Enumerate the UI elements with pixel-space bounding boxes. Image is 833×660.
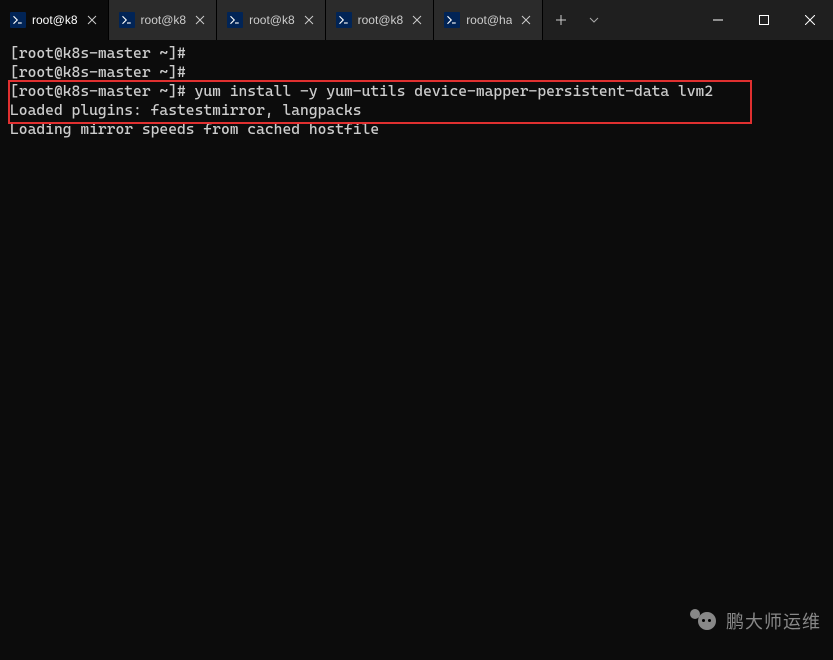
powershell-icon (227, 12, 243, 28)
maximize-button[interactable] (741, 0, 787, 40)
tab-3[interactable]: root@k8 (326, 0, 435, 40)
tab-label: root@k8 (249, 13, 295, 27)
tab-close-icon[interactable] (409, 12, 425, 28)
terminal-output[interactable]: [root@k8s-master ~]# [root@k8s-master ~]… (0, 40, 833, 143)
watermark-text: 鹏大师运维 (726, 608, 821, 634)
tab-close-icon[interactable] (192, 12, 208, 28)
tab-close-icon[interactable] (84, 12, 100, 28)
watermark: 鹏大师运维 (690, 608, 821, 634)
tab-label: root@ha (466, 13, 512, 27)
terminal-line: Loading mirror speeds from cached hostfi… (10, 120, 379, 138)
tab-2[interactable]: root@k8 (217, 0, 326, 40)
tab-label: root@k8 (141, 13, 187, 27)
terminal-line: [root@k8s-master ~]# (10, 44, 186, 62)
tabs-container: root@k8 root@k8 root@k8 (0, 0, 609, 40)
terminal-line: [root@k8s-master ~]# yum install -y yum-… (10, 82, 713, 100)
tab-0[interactable]: root@k8 (0, 0, 109, 40)
tab-4[interactable]: root@ha (434, 0, 543, 40)
terminal-line: [root@k8s-master ~]# (10, 63, 186, 81)
tab-label: root@k8 (358, 13, 404, 27)
tab-1[interactable]: root@k8 (109, 0, 218, 40)
terminal-line: Loaded plugins: fastestmirror, langpacks (10, 101, 362, 119)
powershell-icon (444, 12, 460, 28)
tabs-dropdown-button[interactable] (579, 0, 609, 40)
powershell-icon (336, 12, 352, 28)
close-window-button[interactable] (787, 0, 833, 40)
title-bar: root@k8 root@k8 root@k8 (0, 0, 833, 40)
wechat-icon (690, 609, 718, 633)
new-tab-button[interactable] (543, 0, 579, 40)
tab-close-icon[interactable] (518, 12, 534, 28)
window-controls (695, 0, 833, 40)
tab-label: root@k8 (32, 13, 78, 27)
tab-close-icon[interactable] (301, 12, 317, 28)
powershell-icon (10, 12, 26, 28)
powershell-icon (119, 12, 135, 28)
minimize-button[interactable] (695, 0, 741, 40)
